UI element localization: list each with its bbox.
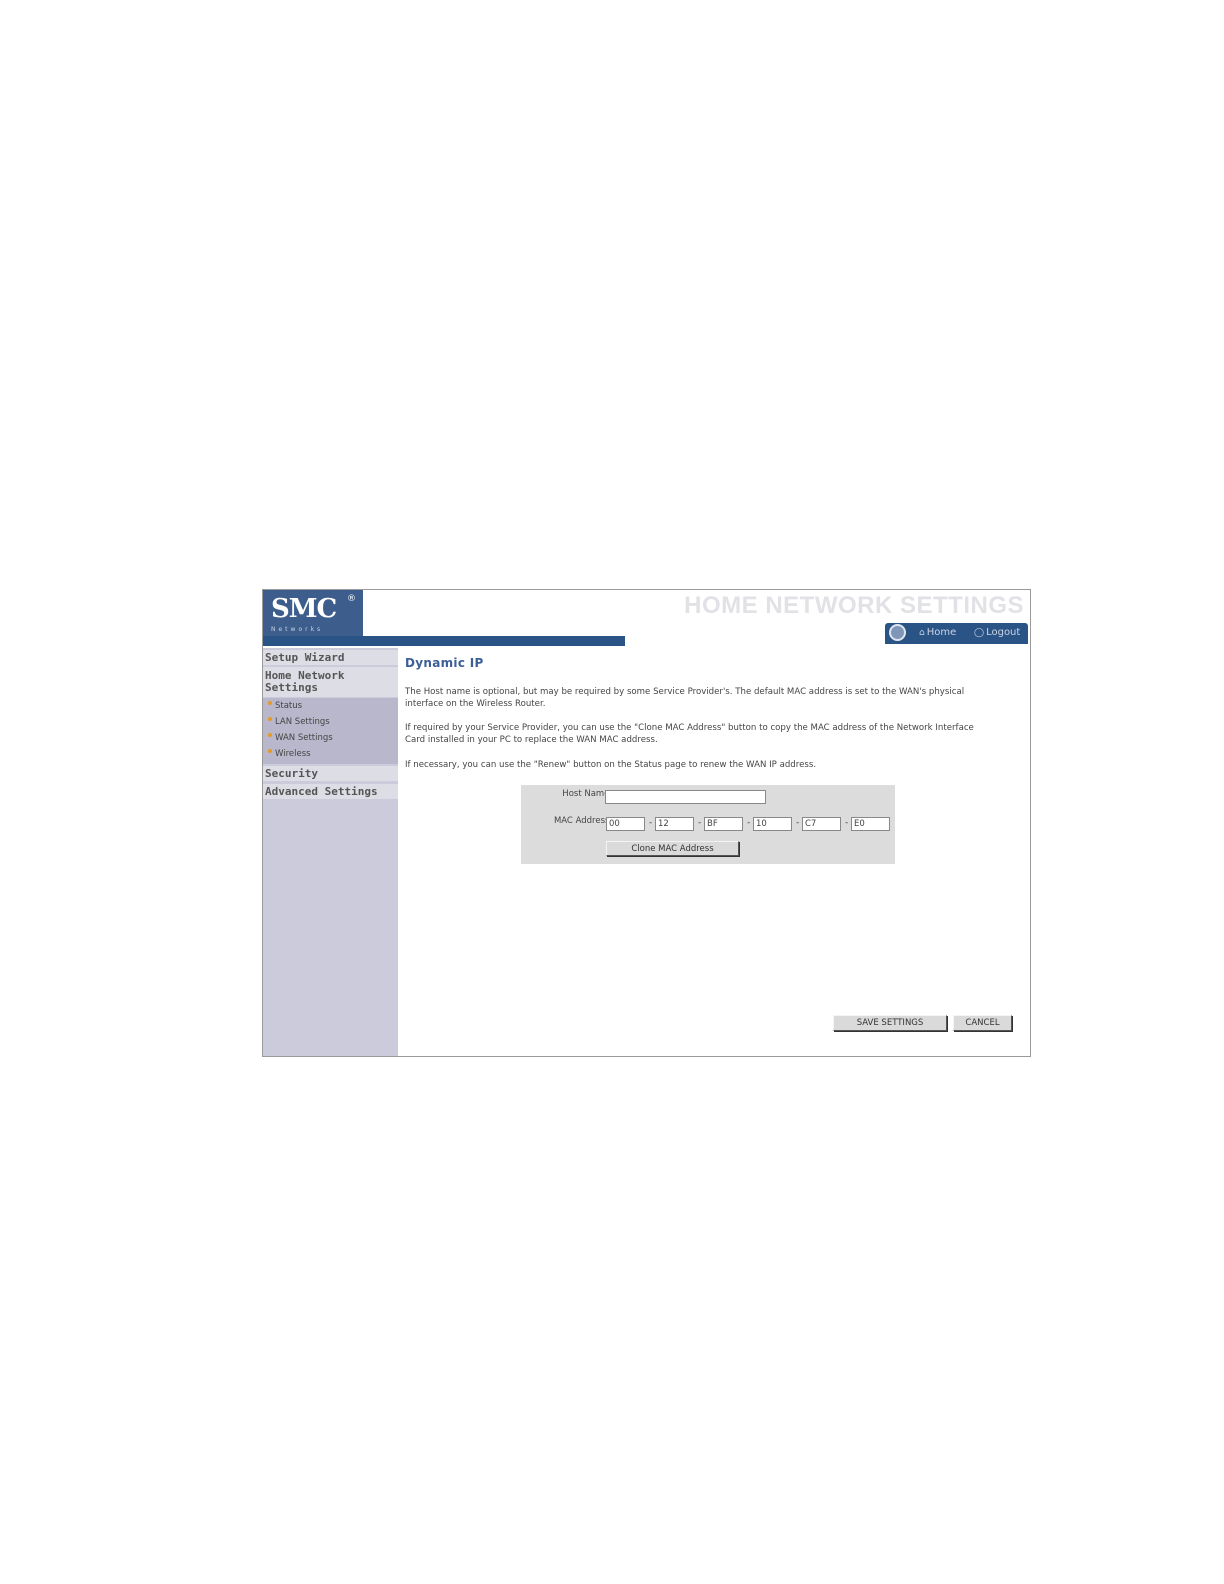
smc-logo[interactable]: SMC ® Networks [263, 590, 363, 636]
sidebar-subitem-wan-settings[interactable]: WAN Settings [268, 733, 333, 743]
home-icon: ⌂ [919, 628, 925, 638]
dynamic-ip-form: Host Name : MAC Address : - - - - - Clon… [521, 785, 895, 864]
logout-link-label: Logout [986, 627, 1021, 638]
bullet-icon [268, 749, 272, 753]
sidebar-item-home-network-settings[interactable]: Home Network Settings [263, 667, 398, 697]
sidebar-item-security[interactable]: Security [263, 766, 398, 781]
header-divider-bar [263, 636, 625, 646]
sidebar-subitem-label: WAN Settings [275, 733, 333, 743]
sidebar-subitem-label: Status [275, 701, 303, 711]
logo-registered-mark: ® [347, 594, 356, 604]
home-link[interactable]: ⌂ Home [919, 627, 956, 638]
mac-octet-1-input[interactable] [606, 817, 645, 831]
sidebar-subitem-status[interactable]: Status [268, 701, 302, 711]
description-renew: If necessary, you can use the "Renew" bu… [405, 760, 817, 770]
section-title: Dynamic IP [405, 656, 484, 670]
router-admin-window: SMC ® Networks HOME NETWORK SETTINGS ⌂ Ho… [262, 589, 1031, 1057]
logo-text: SMC [271, 594, 337, 624]
sidebar-subitem-label: Wireless [275, 749, 311, 759]
logo-subtitle: Networks [271, 626, 324, 633]
mac-separator: - [796, 818, 800, 828]
bullet-icon [268, 701, 272, 705]
mac-separator: - [649, 818, 653, 828]
sidebar-item-setup-wizard[interactable]: Setup Wizard [263, 650, 398, 665]
mac-octet-5-input[interactable] [802, 817, 841, 831]
mac-separator: - [747, 818, 751, 828]
sidebar-subitem-label: LAN Settings [275, 717, 330, 727]
page-title: HOME NETWORK SETTINGS [684, 592, 1024, 619]
mac-octet-2-input[interactable] [655, 817, 694, 831]
sidebar: Setup Wizard Home Network Settings Statu… [263, 648, 398, 1056]
globe-icon [889, 624, 906, 641]
host-name-input[interactable] [605, 790, 766, 804]
sidebar-item-advanced-settings[interactable]: Advanced Settings [263, 784, 398, 799]
clone-mac-address-button[interactable]: Clone MAC Address [606, 841, 739, 856]
bullet-icon [268, 733, 272, 737]
description-clone-mac: If required by your Service Provider, yo… [405, 723, 974, 745]
mac-octet-4-input[interactable] [753, 817, 792, 831]
mac-separator: - [845, 818, 849, 828]
top-nav: ⌂ Home ◯ Logout [885, 623, 1028, 644]
logout-link[interactable]: ◯ Logout [974, 627, 1020, 638]
home-link-label: Home [926, 627, 957, 638]
sidebar-submenu: Status LAN Settings WAN Settings Wireles… [263, 698, 398, 764]
sidebar-subitem-lan-settings[interactable]: LAN Settings [268, 717, 330, 727]
mac-octet-3-input[interactable] [704, 817, 743, 831]
mac-separator: - [698, 818, 702, 828]
description-host-name: The Host name is optional, but may be re… [405, 687, 965, 709]
logout-icon: ◯ [974, 628, 985, 638]
bullet-icon [268, 717, 272, 721]
sidebar-subitem-wireless[interactable]: Wireless [268, 749, 311, 759]
save-settings-button[interactable]: SAVE SETTINGS [833, 1015, 947, 1031]
cancel-button[interactable]: CANCEL [953, 1015, 1012, 1031]
mac-octet-6-input[interactable] [851, 817, 890, 831]
